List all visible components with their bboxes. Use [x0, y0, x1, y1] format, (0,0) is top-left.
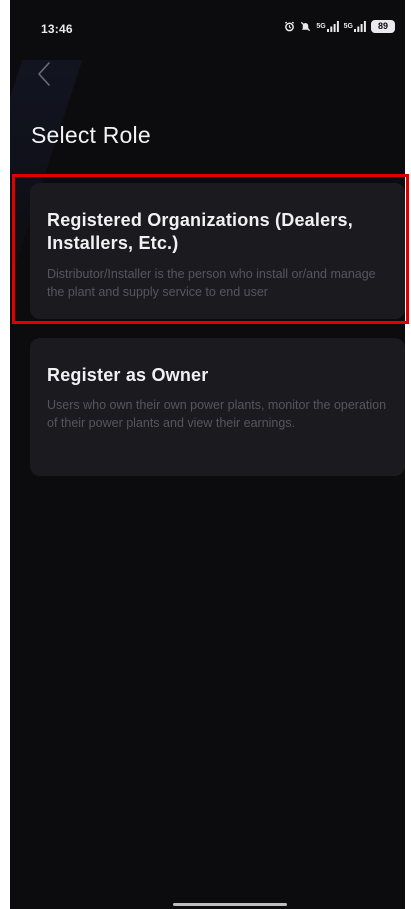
role-description: Users who own their own power plants, mo… — [47, 398, 387, 430]
status-bar: 13:46 5G 5G 89 — [10, 0, 405, 60]
network-label-1: 5G — [316, 23, 326, 30]
status-time: 13:46 — [41, 22, 73, 36]
status-icons: 5G 5G 89 — [284, 20, 395, 33]
network-label-2: 5G — [343, 23, 353, 30]
role-title: Register as Owner — [47, 365, 209, 385]
back-button[interactable] — [28, 58, 60, 90]
page-title: Select Role — [31, 122, 151, 148]
role-card-owner[interactable]: Register as Owner Users who own their ow… — [30, 338, 405, 476]
app-screen: 13:46 5G 5G 89 Select Role Registered Or… — [10, 0, 405, 909]
role-description: Distributor/Installer is the person who … — [47, 267, 376, 299]
home-indicator — [173, 903, 287, 906]
battery-icon: 89 — [371, 20, 395, 33]
mute-icon — [300, 21, 311, 32]
role-card-organization[interactable]: Registered Organizations (Dealers, Insta… — [30, 183, 405, 319]
role-title: Registered Organizations (Dealers, Insta… — [47, 210, 353, 253]
signal-icon: 5G — [316, 21, 339, 32]
signal-icon: 5G — [344, 21, 366, 32]
alarm-icon — [284, 21, 295, 32]
chevron-left-icon — [38, 62, 50, 86]
